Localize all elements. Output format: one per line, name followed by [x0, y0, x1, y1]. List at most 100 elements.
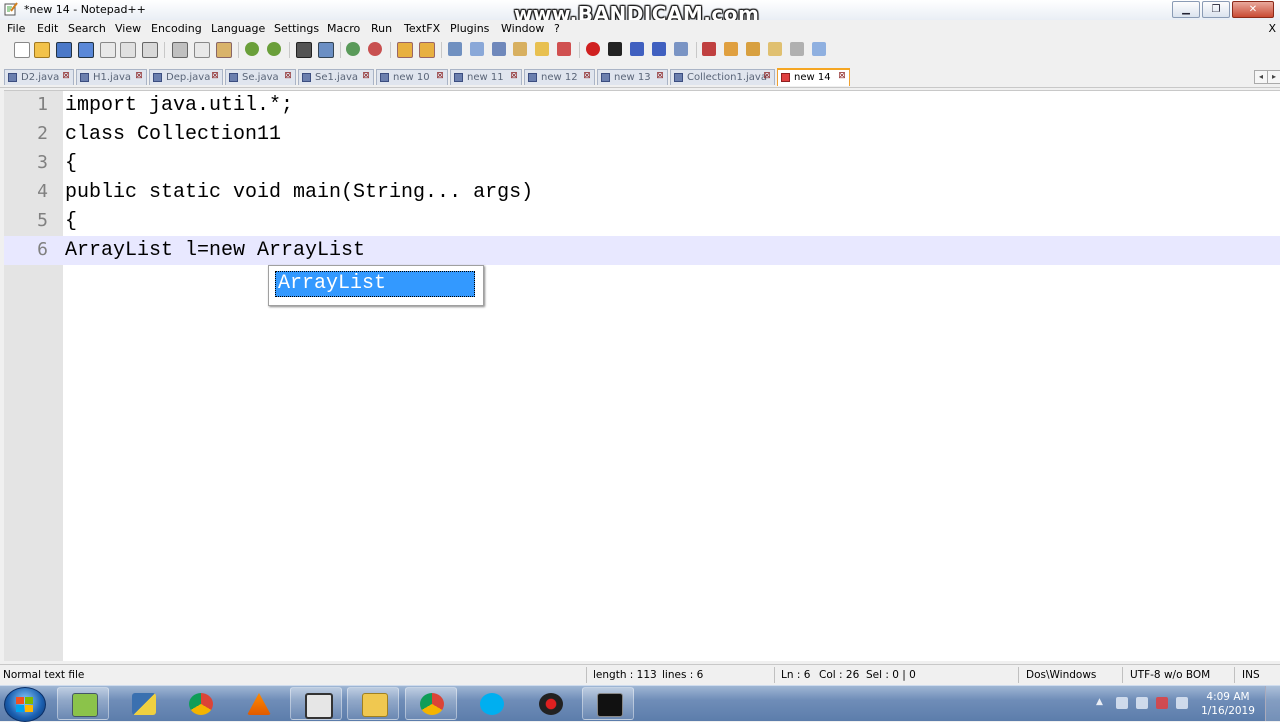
- replace-icon[interactable]: [318, 42, 334, 58]
- taskbar-notepad-plus-plus[interactable]: [57, 687, 109, 720]
- cut-icon[interactable]: [172, 42, 188, 58]
- show-hidden-icons-icon[interactable]: ▲: [1096, 697, 1108, 709]
- tab-close-icon[interactable]: ⊠: [837, 72, 847, 82]
- tab-new-11[interactable]: new 11 ⊠: [450, 69, 522, 85]
- minimize-button[interactable]: ▁: [1172, 1, 1200, 18]
- clock[interactable]: 4:09 AM 1/16/2019: [1198, 690, 1258, 718]
- tab-se-java[interactable]: Se.java ⊠: [225, 69, 296, 85]
- tab-close-icon[interactable]: ⊠: [762, 72, 772, 82]
- plugin-tool-2-icon[interactable]: [768, 42, 782, 56]
- spell-options-icon[interactable]: [724, 42, 738, 56]
- close-window-button[interactable]: ✕: [1232, 1, 1274, 18]
- menu-settings[interactable]: Settings: [274, 22, 319, 35]
- line-code[interactable]: import java.util.*;: [65, 94, 293, 117]
- tab-new-13[interactable]: new 13 ⊠: [597, 69, 668, 85]
- tab-close-icon[interactable]: ⊠: [435, 72, 445, 82]
- menu-window[interactable]: Window: [501, 22, 544, 35]
- tab-new-14[interactable]: new 14 ⊠: [777, 68, 850, 86]
- record-macro-icon[interactable]: [586, 42, 600, 56]
- menu-edit[interactable]: Edit: [37, 22, 58, 35]
- close-document-button[interactable]: X: [1268, 22, 1276, 35]
- menu-textfx[interactable]: TextFX: [404, 22, 440, 35]
- autocomplete-item[interactable]: ArrayList: [275, 271, 475, 297]
- redo-icon[interactable]: [267, 42, 281, 56]
- tab-scroll-left-button[interactable]: ◂: [1254, 70, 1268, 84]
- plugin-tool-icon[interactable]: [746, 42, 760, 56]
- language-icon[interactable]: [513, 42, 527, 56]
- line-code[interactable]: {: [65, 152, 77, 175]
- line-code[interactable]: public static void main(String... args): [65, 181, 533, 204]
- doc-map-icon[interactable]: [557, 42, 571, 56]
- taskbar-chrome[interactable]: [174, 687, 226, 720]
- taskbar-file-explorer[interactable]: [347, 687, 399, 720]
- line-code[interactable]: {: [65, 210, 77, 233]
- show-all-characters-icon[interactable]: [470, 42, 484, 56]
- play-macro-multiple-icon[interactable]: [652, 42, 666, 56]
- code-line[interactable]: 2 class Collection11: [4, 120, 1280, 149]
- zoom-in-icon[interactable]: [346, 42, 360, 56]
- play-macro-icon[interactable]: [630, 42, 644, 56]
- word-wrap-icon[interactable]: [448, 42, 462, 56]
- save-all-icon[interactable]: [78, 42, 94, 58]
- open-file-icon[interactable]: [34, 42, 50, 58]
- tab-scroll-right-button[interactable]: ▸: [1267, 70, 1280, 84]
- save-icon[interactable]: [56, 42, 72, 58]
- code-line[interactable]: 4 public static void main(String... args…: [4, 178, 1280, 207]
- tab-dep-java[interactable]: Dep.java ⊠: [149, 69, 223, 85]
- menu-search[interactable]: Search: [68, 22, 106, 35]
- menu-help[interactable]: ?: [554, 22, 560, 35]
- menu-file[interactable]: File: [7, 22, 25, 35]
- current-code-line[interactable]: 6 ArrayList l=new ArrayList: [4, 236, 1280, 265]
- taskbar-command-prompt[interactable]: [582, 687, 634, 720]
- menu-view[interactable]: View: [115, 22, 141, 35]
- tab-new-12[interactable]: new 12 ⊠: [524, 69, 595, 85]
- taskbar-chrome-2[interactable]: [405, 687, 457, 720]
- tab-close-icon[interactable]: ⊠: [61, 72, 71, 82]
- tab-close-icon[interactable]: ⊠: [134, 72, 144, 82]
- action-center-icon[interactable]: [1156, 697, 1168, 709]
- menu-language[interactable]: Language: [211, 22, 265, 35]
- new-file-icon[interactable]: [14, 42, 30, 58]
- tab-new-10[interactable]: new 10 ⊠: [376, 69, 448, 85]
- taskbar-skype[interactable]: [465, 687, 517, 720]
- tab-close-icon[interactable]: ⊠: [210, 72, 220, 82]
- taskbar-vlc[interactable]: [232, 687, 284, 720]
- tab-close-icon[interactable]: ⊠: [509, 72, 519, 82]
- close-all-icon[interactable]: [120, 42, 136, 58]
- code-line[interactable]: 1 import java.util.*;: [4, 91, 1280, 120]
- function-list-icon[interactable]: [535, 42, 549, 56]
- taskbar-python[interactable]: [117, 687, 169, 720]
- taskbar-virtualbox[interactable]: [290, 687, 342, 720]
- taskbar-bandicam[interactable]: [524, 687, 576, 720]
- tab-close-icon[interactable]: ⊠: [361, 72, 371, 82]
- copy-icon[interactable]: [194, 42, 210, 58]
- save-macro-icon[interactable]: [674, 42, 688, 56]
- menu-macro[interactable]: Macro: [327, 22, 360, 35]
- stop-macro-icon[interactable]: [608, 42, 622, 56]
- close-file-icon[interactable]: [100, 42, 116, 58]
- line-code[interactable]: ArrayList l=new ArrayList: [65, 239, 365, 262]
- line-code[interactable]: class Collection11: [65, 123, 281, 146]
- tab-collection1-java[interactable]: Collection1.java ⊠: [670, 69, 775, 85]
- tab-h1-java[interactable]: H1.java ⊠: [76, 69, 147, 85]
- show-desktop-button[interactable]: [1265, 686, 1280, 721]
- abc-check-icon[interactable]: [812, 42, 826, 56]
- tab-se1-java[interactable]: Se1.java ⊠: [298, 69, 374, 85]
- menu-run[interactable]: Run: [371, 22, 392, 35]
- paste-icon[interactable]: [216, 42, 232, 58]
- zoom-out-icon[interactable]: [368, 42, 382, 56]
- signal-icon[interactable]: [1176, 697, 1188, 709]
- editor[interactable]: 1 import java.util.*; 2 class Collection…: [4, 90, 1280, 661]
- plugin-tool-3-icon[interactable]: [790, 42, 804, 56]
- tab-d2-java[interactable]: D2.java ⊠: [4, 69, 74, 85]
- spell-check-icon[interactable]: [702, 42, 716, 56]
- menu-encoding[interactable]: Encoding: [151, 22, 202, 35]
- undo-icon[interactable]: [245, 42, 259, 56]
- print-icon[interactable]: [142, 42, 158, 58]
- code-line[interactable]: 5 {: [4, 207, 1280, 236]
- tab-close-icon[interactable]: ⊠: [283, 72, 293, 82]
- menu-plugins[interactable]: Plugins: [450, 22, 489, 35]
- speaker-icon[interactable]: [1136, 697, 1148, 709]
- tab-close-icon[interactable]: ⊠: [655, 72, 665, 82]
- network-device-icon[interactable]: [1116, 697, 1128, 709]
